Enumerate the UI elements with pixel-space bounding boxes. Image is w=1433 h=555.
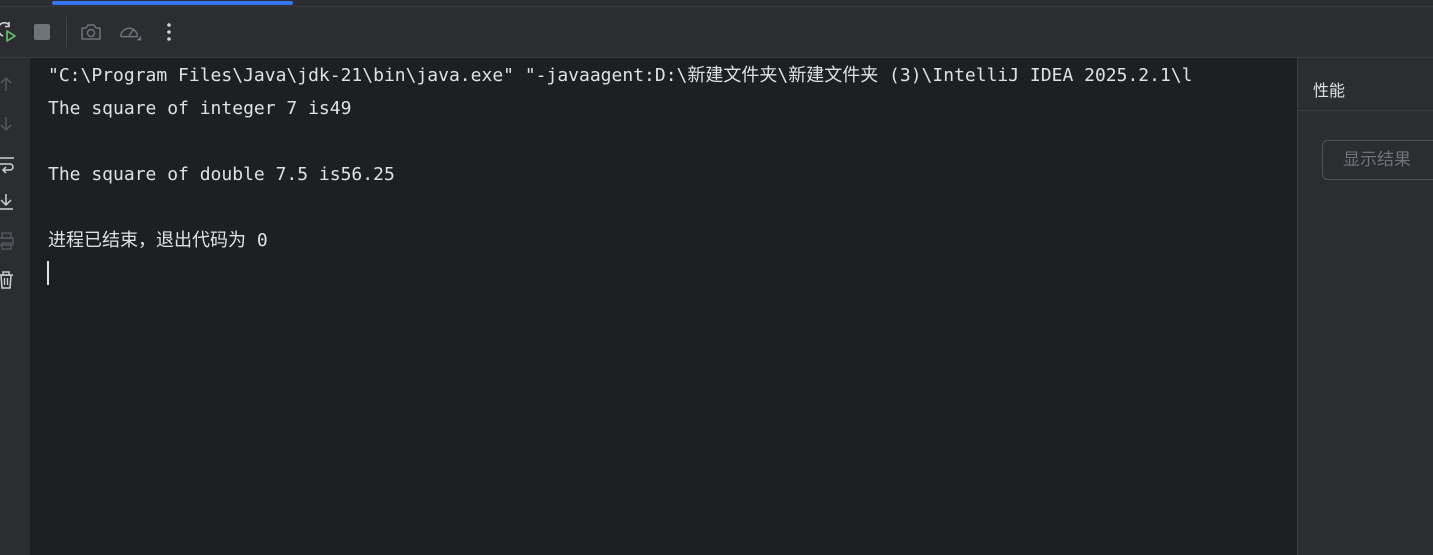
console-line-integer-result: The square of integer 7 is49 <box>48 98 352 119</box>
arrow-up-icon <box>0 76 12 91</box>
console-line-double-result: The square of double 7.5 is56.25 <box>48 164 395 185</box>
up-button[interactable] <box>0 74 16 94</box>
run-tool-window: "C:\Program Files\Java\jdk-21\bin\java.e… <box>0 0 1433 555</box>
console-line-exit-code: 进程已结束，退出代码为 0 <box>48 230 268 251</box>
arrow-down-icon <box>0 117 12 132</box>
profiler-button[interactable] <box>117 19 143 45</box>
clear-button[interactable] <box>0 270 16 290</box>
more-vertical-icon <box>167 23 171 41</box>
speedometer-icon <box>119 27 142 41</box>
toolbar-separator <box>66 17 67 47</box>
print-icon <box>0 232 14 250</box>
more-button[interactable] <box>156 19 182 45</box>
stop-button[interactable] <box>29 19 55 45</box>
performance-panel: 性能 显示结果 <box>1297 58 1433 555</box>
progress-bar <box>52 1 293 5</box>
scroll-to-end-icon <box>0 194 13 210</box>
top-strip <box>0 0 1433 7</box>
print-button[interactable] <box>0 231 16 251</box>
rerun-icon <box>0 21 16 42</box>
console-gutter <box>0 58 30 555</box>
run-toolbar <box>0 7 1433 58</box>
soft-wrap-icon <box>0 157 14 174</box>
camera-icon <box>81 24 101 40</box>
stop-icon <box>34 24 50 40</box>
show-results-button[interactable]: 显示结果 <box>1322 140 1433 180</box>
console-output[interactable]: "C:\Program Files\Java\jdk-21\bin\java.e… <box>30 58 1296 555</box>
console-line-command: "C:\Program Files\Java\jdk-21\bin\java.e… <box>48 65 1193 86</box>
screenshot-button[interactable] <box>78 19 104 45</box>
soft-wrap-button[interactable] <box>0 154 16 174</box>
text-caret <box>47 261 49 285</box>
down-button[interactable] <box>0 114 16 134</box>
scroll-to-end-button[interactable] <box>0 192 16 212</box>
trash-icon <box>0 271 13 289</box>
performance-panel-header: 性能 <box>1298 58 1433 111</box>
rerun-button[interactable] <box>0 19 20 45</box>
panel-title: 性能 <box>1313 81 1346 100</box>
